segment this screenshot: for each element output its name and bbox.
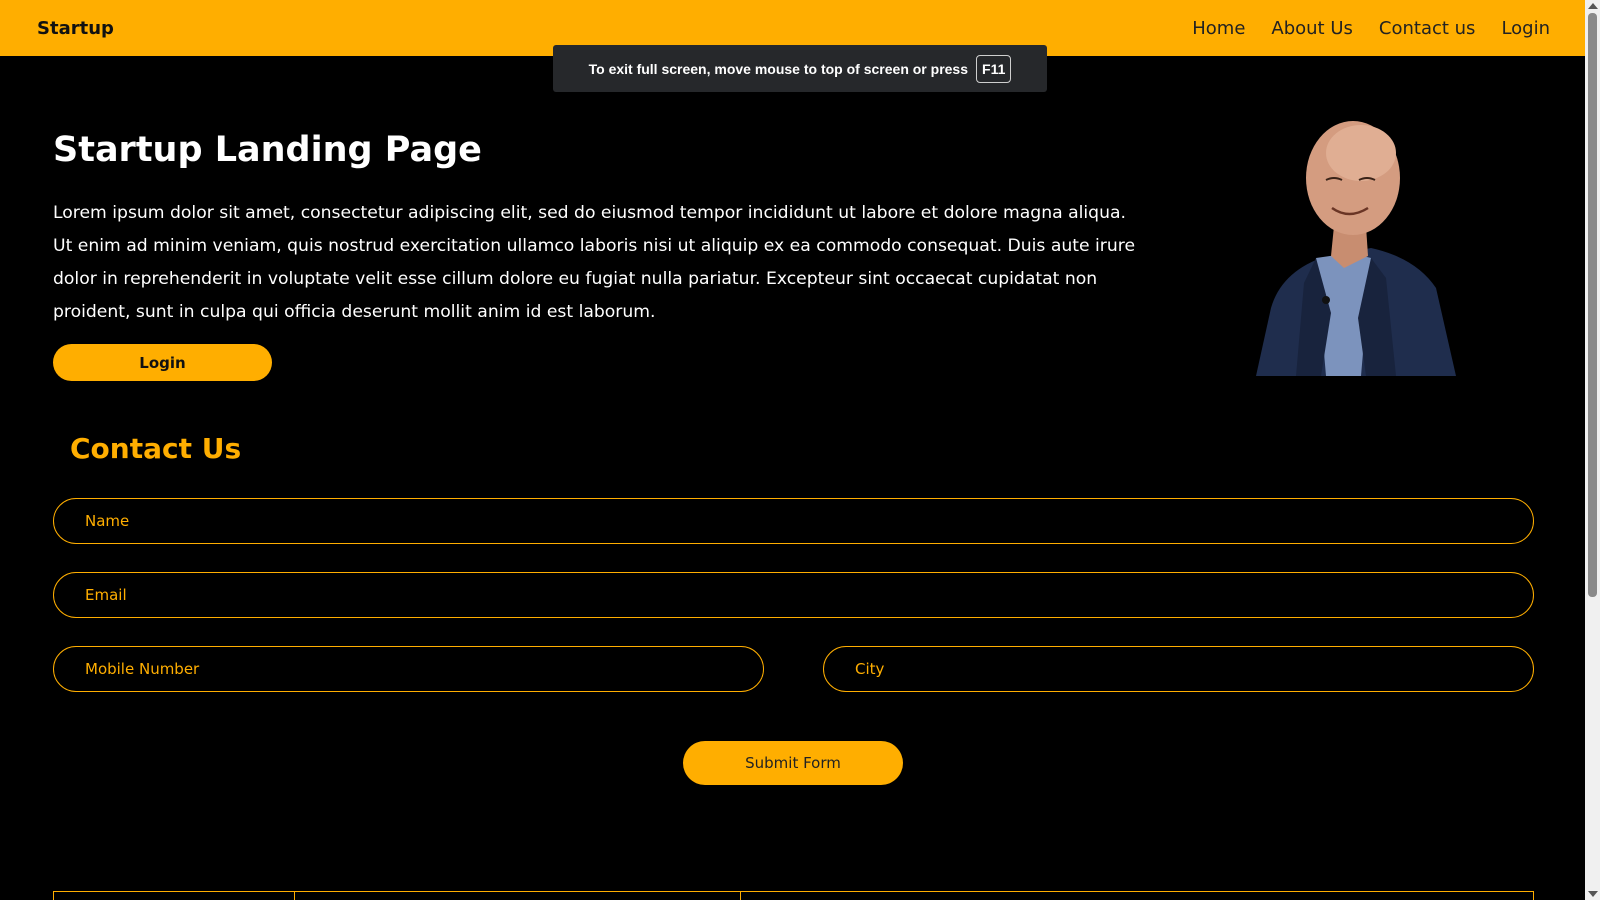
contact-section-title: Contact Us [70,432,242,465]
nav-link-contact[interactable]: Contact us [1379,18,1476,39]
portrait-illustration [1256,121,1456,376]
vertical-scrollbar[interactable] [1585,0,1600,900]
f11-key-badge: F11 [976,54,1012,83]
page-title: Startup Landing Page [53,130,482,170]
nav-link-login[interactable]: Login [1501,18,1550,39]
footer-cell [295,892,741,900]
footer-cell [54,892,295,900]
brand-logo[interactable]: Startup [37,18,114,39]
submit-form-button[interactable]: Submit Form [683,741,903,785]
scroll-thumb[interactable] [1588,13,1597,597]
footer-table [53,891,1534,900]
fullscreen-notice-text: To exit full screen, move mouse to top o… [588,60,969,77]
nav-link-about[interactable]: About Us [1271,18,1353,39]
mobile-number-input[interactable] [53,646,764,692]
nav-links: Home About Us Contact us Login [1192,18,1550,39]
name-input[interactable] [53,498,1534,544]
hero-paragraph: Lorem ipsum dolor sit amet, consectetur … [53,203,1136,322]
hero-portrait-image [1146,108,1530,376]
footer-cell [741,892,1533,900]
hero-login-button[interactable]: Login [53,344,272,381]
scroll-up-arrow-icon[interactable] [1588,3,1598,9]
nav-link-home[interactable]: Home [1192,18,1245,39]
email-input[interactable] [53,572,1534,618]
scroll-down-arrow-icon[interactable] [1588,891,1598,897]
city-input[interactable] [823,646,1534,692]
fullscreen-exit-notice: To exit full screen, move mouse to top o… [553,45,1047,92]
